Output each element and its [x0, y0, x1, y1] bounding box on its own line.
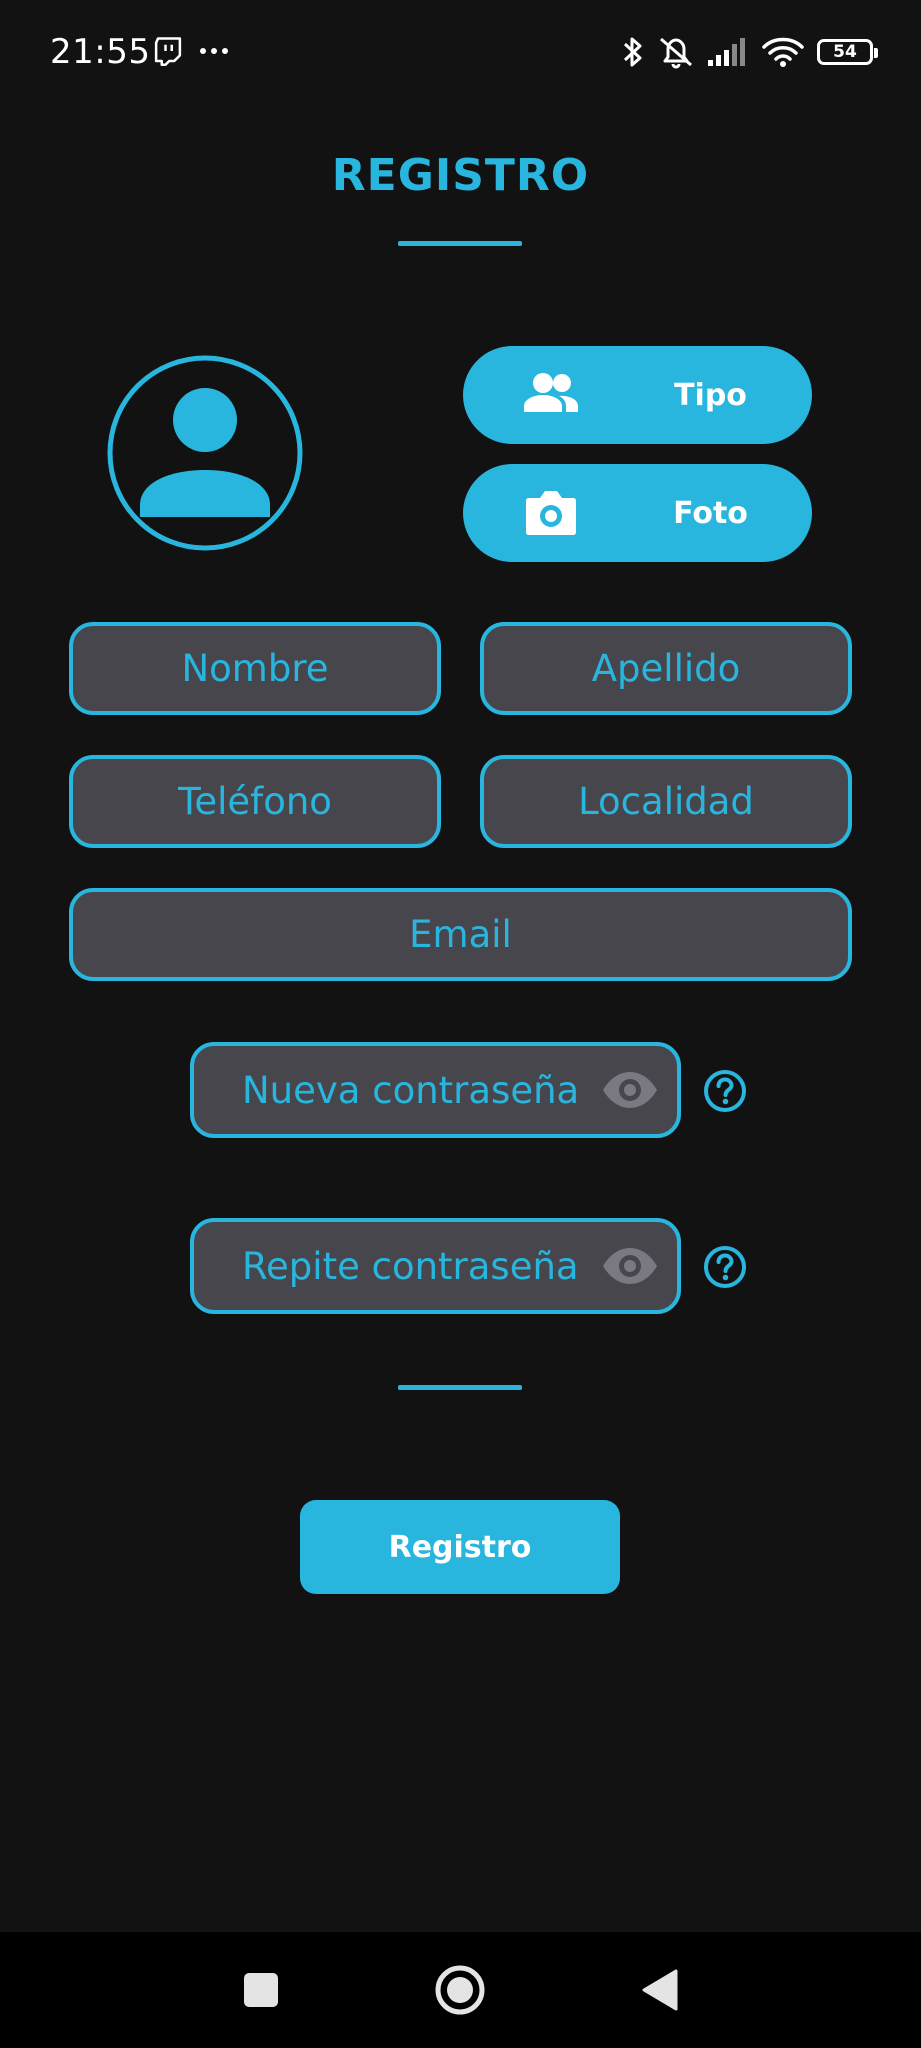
recents-button[interactable]	[231, 1960, 291, 2020]
title-divider	[398, 241, 522, 246]
locality-input[interactable]	[484, 780, 848, 823]
type-button[interactable]: Tipo	[463, 346, 812, 444]
page-title: REGISTRO	[331, 150, 590, 201]
status-bar: 21:55 54	[0, 0, 921, 110]
group-icon	[524, 373, 578, 412]
new-password-help-icon[interactable]	[703, 1069, 747, 1113]
first-name-field	[69, 622, 441, 715]
registration-screen: 21:55 54 REGISTRO Tipo Foto Nombre Apell…	[0, 0, 921, 2048]
phone-field	[69, 755, 441, 848]
home-button[interactable]	[430, 1960, 490, 2020]
first-name-input[interactable]	[73, 647, 437, 690]
wifi-icon	[762, 37, 804, 67]
register-button[interactable]: Registro	[300, 1500, 620, 1594]
last-name-input[interactable]	[484, 647, 848, 690]
twitch-icon	[154, 37, 182, 66]
battery-level: 54	[833, 41, 857, 62]
photo-button[interactable]: Foto	[463, 464, 812, 562]
battery-icon: 54	[817, 39, 878, 65]
locality-field	[480, 755, 852, 848]
home-circle-icon	[435, 1965, 485, 2015]
status-time: 21:55	[50, 32, 151, 72]
camera-icon	[526, 491, 576, 535]
back-triangle-icon	[642, 1969, 678, 2011]
eye-icon[interactable]	[601, 1070, 659, 1110]
email-field	[69, 888, 852, 981]
user-avatar-icon[interactable]	[107, 355, 303, 551]
photo-button-label: Foto	[673, 495, 748, 531]
email-input[interactable]	[73, 913, 848, 956]
navigation-bar	[0, 1932, 921, 2048]
recents-square-icon	[244, 1973, 278, 2007]
form-divider	[398, 1385, 522, 1390]
bluetooth-icon	[623, 37, 642, 67]
more-dots-icon	[200, 48, 228, 54]
repeat-password-help-icon[interactable]	[703, 1245, 747, 1289]
mute-bell-icon	[660, 37, 692, 69]
eye-icon[interactable]	[601, 1246, 659, 1286]
new-password-field	[190, 1042, 681, 1138]
repeat-password-field	[190, 1218, 681, 1314]
phone-input[interactable]	[73, 780, 437, 823]
signal-icon	[708, 38, 745, 66]
type-button-label: Tipo	[674, 377, 747, 413]
back-button[interactable]	[630, 1960, 690, 2020]
last-name-field	[480, 622, 852, 715]
